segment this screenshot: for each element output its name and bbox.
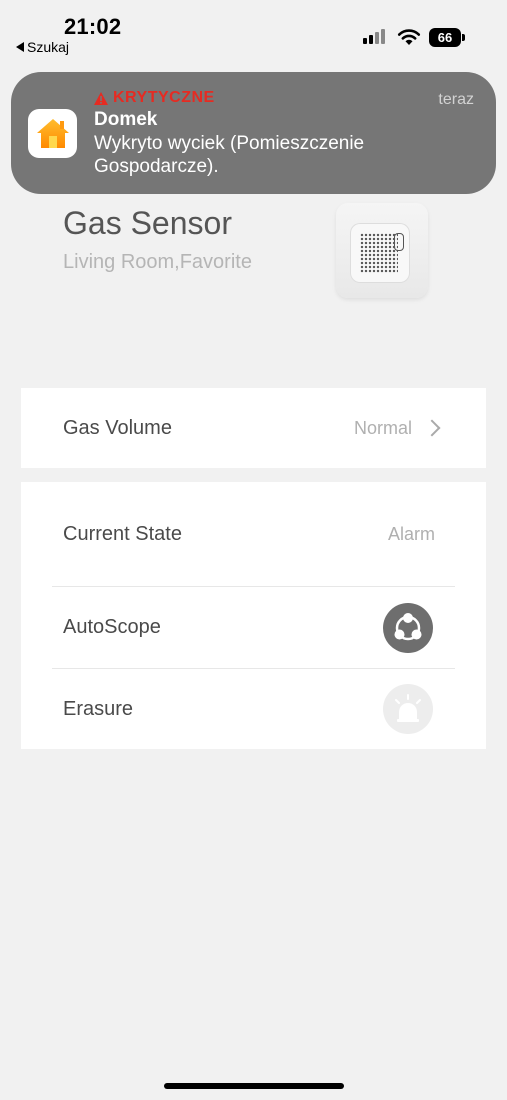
gas-sensor-image: [336, 203, 428, 298]
erasure-label: Erasure: [63, 697, 134, 720]
sensor-slot: [394, 233, 404, 251]
warning-icon: [94, 91, 108, 105]
status-card: Current State Alarm AutoScope Erasure: [21, 482, 486, 749]
battery-indicator: 66: [429, 28, 461, 47]
critical-label: KRYTYCZNE: [94, 89, 215, 107]
current-state-value: Alarm: [387, 523, 435, 544]
alarm-siren-icon[interactable]: [383, 684, 433, 734]
gas-volume-card[interactable]: Gas Volume Normal: [21, 388, 486, 468]
home-indicator[interactable]: [164, 1083, 344, 1089]
back-arrow-icon: [16, 42, 24, 52]
cellular-signal-icon: [363, 29, 385, 44]
battery-cap: [462, 34, 465, 41]
erasure-row[interactable]: Erasure: [21, 669, 486, 749]
device-subtitle: Living Room,Favorite: [63, 251, 252, 273]
sensor-grille: [360, 233, 398, 273]
chevron-right-icon: [423, 419, 441, 437]
home-app-icon: [28, 109, 77, 158]
status-time: 21:02: [64, 14, 122, 39]
notification-app-name: Domek: [94, 109, 158, 130]
gas-volume-value: Normal: [353, 417, 412, 438]
notification-message: Wykryto wyciek (Pomieszczenie Gospodarcz…: [94, 133, 365, 177]
back-label: Szukaj: [27, 39, 70, 55]
autoscope-row[interactable]: AutoScope: [21, 587, 486, 668]
back-to-search-link[interactable]: Szukaj: [16, 39, 69, 55]
gas-volume-row[interactable]: Gas Volume Normal: [21, 388, 486, 468]
notification-time: teraz: [438, 91, 474, 108]
wifi-icon: [397, 29, 421, 45]
gas-volume-label: Gas Volume: [63, 416, 172, 439]
current-state-label: Current State: [63, 522, 182, 545]
critical-level-text: KRYTYCZNE: [113, 89, 215, 106]
autoscope-share-icon[interactable]: [383, 602, 433, 653]
critical-notification[interactable]: KRYTYCZNE teraz Domek Wykryto wyciek (Po…: [11, 72, 496, 194]
current-state-row: Current State Alarm: [21, 482, 486, 586]
sensor-face: [350, 223, 410, 283]
device-title: Gas Sensor: [63, 205, 232, 241]
autoscope-label: AutoScope: [63, 616, 161, 638]
